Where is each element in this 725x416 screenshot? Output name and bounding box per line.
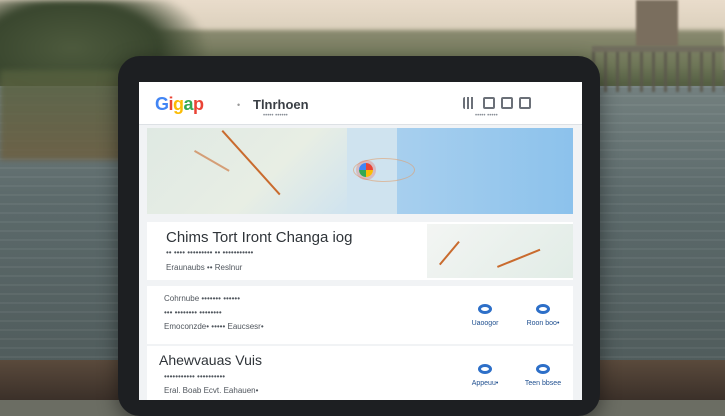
- riverbank: [0, 70, 130, 160]
- item-action-button[interactable]: Uaoogor: [455, 304, 515, 327]
- item-heading: Ahewvauas Vuis: [159, 352, 262, 368]
- place-details: •• •••• ••••••••• •• •••••••••••: [166, 248, 254, 257]
- item-detail: ••••••••••• ••••••••••: [164, 372, 226, 381]
- logo-letter: g: [173, 94, 184, 114]
- logo-separator: •: [237, 100, 241, 110]
- action-icon: [478, 304, 492, 314]
- place-title: Chims Tort Iront Changa iog: [166, 229, 353, 246]
- list-item[interactable]: Cohrnube ••••••• •••••• ••• •••••••• •••…: [147, 286, 573, 344]
- distant-tower: [636, 0, 678, 46]
- action-label: Roon boo•: [526, 320, 560, 327]
- action-label: Teen bbsee: [524, 380, 562, 387]
- image-icon[interactable]: [483, 97, 495, 109]
- action-label: Uaoogor: [471, 320, 499, 327]
- map-land: [147, 128, 347, 214]
- pier: [592, 46, 725, 92]
- item-detail: ••• •••••••• ••••••••: [164, 308, 222, 317]
- list-item[interactable]: Ahewvauas Vuis ••••••••••• •••••••••• Er…: [147, 346, 573, 400]
- map-water: [397, 128, 573, 214]
- location-pin-icon[interactable]: [359, 163, 373, 177]
- item-meta: Eral. Boab Ecvt. Eahauen•: [164, 386, 259, 395]
- place-thumbnail[interactable]: [427, 224, 573, 278]
- item-title: Cohrnube ••••••• ••••••: [164, 294, 240, 303]
- logo-letter: a: [183, 94, 194, 114]
- place-meta: Eraunaubs •• Reslnur: [166, 263, 243, 272]
- place-card[interactable]: Chims Tort Iront Changa iog •• •••• ••••…: [147, 222, 573, 280]
- page-title: Tlnrhoen: [253, 97, 309, 112]
- item-meta: Emoconzde• ••••• Eaucsesr•: [164, 322, 264, 331]
- header-status: ••••• •••••: [475, 113, 498, 119]
- action-icon: [478, 364, 492, 374]
- share-icon[interactable]: [501, 97, 513, 109]
- action-icon: [536, 364, 550, 374]
- thumbnail-route: [439, 241, 460, 266]
- action-label: Appeuu•: [471, 380, 499, 387]
- item-action-button[interactable]: Appeuu•: [455, 364, 515, 387]
- logo-letter: p: [193, 94, 204, 114]
- page-subtitle: ••••• ••••••: [263, 113, 288, 119]
- menu-icon[interactable]: [519, 97, 531, 109]
- signal-icon[interactable]: [463, 97, 477, 109]
- item-action-button[interactable]: Teen bbsee: [513, 364, 573, 387]
- item-action-button[interactable]: Roon boo•: [513, 304, 573, 327]
- thumbnail-route: [497, 248, 541, 268]
- header-toolbar: [463, 96, 537, 110]
- app-logo[interactable]: Gigap: [155, 94, 204, 115]
- app-header: Gigap • Tlnrhoen ••••• •••••• ••••• ••••…: [139, 82, 582, 125]
- tablet-screen: Gigap • Tlnrhoen ••••• •••••• ••••• ••••…: [139, 82, 582, 400]
- action-icon: [536, 304, 550, 314]
- logo-letter: G: [155, 94, 169, 114]
- map-view[interactable]: [147, 128, 573, 214]
